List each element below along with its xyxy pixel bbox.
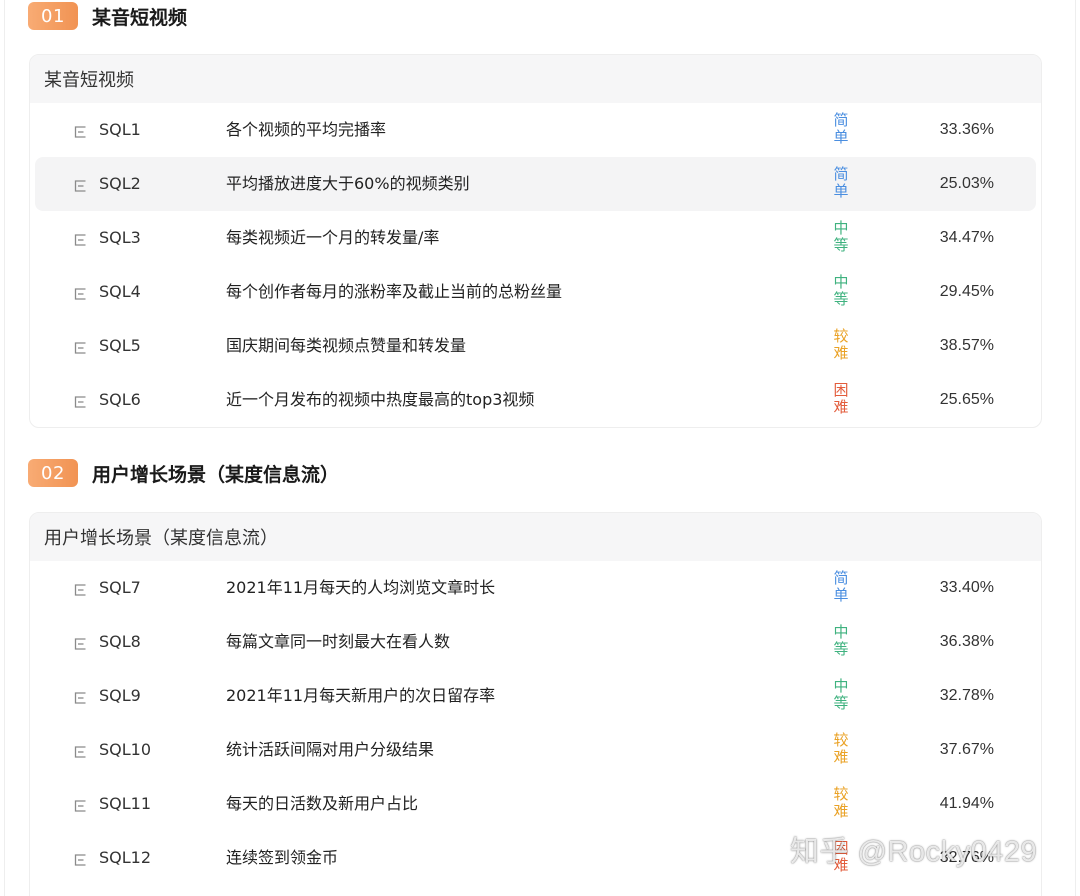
pass-rate: 33.36%: [939, 121, 994, 138]
pass-rate: 41.94%: [939, 795, 994, 812]
question-title-link[interactable]: 2021年11月每天的人均浏览文章时长: [226, 561, 495, 615]
document-icon: [74, 177, 87, 192]
pass-rate: 36.38%: [939, 633, 994, 650]
difficulty-label: 简单: [833, 111, 849, 146]
difficulty-label: 中等: [833, 623, 849, 658]
document-icon: [74, 285, 87, 300]
document-icon: [74, 123, 87, 138]
document-icon: [74, 231, 87, 246]
pass-rate: 25.03%: [939, 175, 994, 192]
question-title-link[interactable]: 每个创作者每月的涨粉率及截止当前的总粉丝量: [226, 265, 562, 319]
document-icon: [74, 635, 87, 650]
question-row[interactable]: SQL10 统计活跃间隔对用户分级结果 较难 37.67%: [35, 723, 1036, 777]
question-code: SQL12: [99, 848, 152, 867]
question-title-link[interactable]: 统计活跃间隔对用户分级结果: [226, 723, 434, 777]
page: 01 某音短视频 某音短视频 SQL1 各个视频的平均完播率 简单 33.36% SQL…: [0, 0, 1080, 896]
pass-rate: 29.45%: [939, 283, 994, 300]
section-header-1: 01 某音短视频: [28, 0, 187, 32]
difficulty-label: 简单: [833, 165, 849, 200]
document-icon: [74, 393, 87, 408]
question-code: SQL2: [99, 174, 141, 193]
difficulty-label: 较难: [833, 785, 849, 820]
pass-rate: 37.67%: [939, 741, 994, 758]
question-title-link[interactable]: 连续签到领金币: [226, 831, 338, 885]
question-title-link[interactable]: 国庆期间每类视频点赞量和转发量: [226, 319, 466, 373]
difficulty-label: 困难: [833, 381, 849, 416]
pass-rate: 25.65%: [939, 391, 994, 408]
question-row[interactable]: SQL5 国庆期间每类视频点赞量和转发量 较难 38.57%: [35, 319, 1036, 373]
difficulty-label: 较难: [833, 327, 849, 362]
question-title-link[interactable]: 2021年11月每天新用户的次日留存率: [226, 669, 495, 723]
question-code: SQL8: [99, 632, 141, 651]
question-code: SQL4: [99, 282, 141, 301]
question-code: SQL9: [99, 686, 141, 705]
document-icon: [74, 339, 87, 354]
section-title: 用户增长场景（某度信息流）: [92, 463, 340, 486]
document-icon: [74, 581, 87, 596]
question-code: SQL3: [99, 228, 141, 247]
question-code: SQL1: [99, 120, 141, 139]
section-title: 某音短视频: [92, 6, 188, 29]
question-row[interactable]: SQL8 每篇文章同一时刻最大在看人数 中等 36.38%: [35, 615, 1036, 669]
question-list: SQL1 各个视频的平均完播率 简单 33.36% SQL2 平均播放进度大于60%的视频…: [30, 103, 1041, 427]
question-row[interactable]: SQL6 近一个月发布的视频中热度最高的top3视频 困难 25.65%: [35, 373, 1036, 427]
card-header: 用户增长场景（某度信息流）: [30, 513, 1041, 561]
question-title-link[interactable]: 每天的日活数及新用户占比: [226, 777, 418, 831]
difficulty-label: 简单: [833, 569, 849, 604]
section-number-badge: 02: [28, 459, 78, 487]
document-icon: [74, 797, 87, 812]
document-icon: [74, 743, 87, 758]
pass-rate: 32.78%: [939, 687, 994, 704]
question-title-link[interactable]: 平均播放进度大于60%的视频类别: [226, 157, 470, 211]
section-card-1: 某音短视频 SQL1 各个视频的平均完播率 简单 33.36% SQL2 平均播放进度大于…: [29, 54, 1042, 428]
pass-rate: 33.40%: [939, 579, 994, 596]
question-row[interactable]: SQL4 每个创作者每月的涨粉率及截止当前的总粉丝量 中等 29.45%: [35, 265, 1036, 319]
question-row[interactable]: SQL3 每类视频近一个月的转发量/率 中等 34.47%: [35, 211, 1036, 265]
pass-rate: 34.47%: [939, 229, 994, 246]
question-row[interactable]: SQL7 2021年11月每天的人均浏览文章时长 简单 33.40%: [35, 561, 1036, 615]
question-row[interactable]: SQL2 平均播放进度大于60%的视频类别 简单 25.03%: [35, 157, 1036, 211]
question-title-link[interactable]: 各个视频的平均完播率: [226, 103, 386, 157]
document-icon: [74, 689, 87, 704]
question-code: SQL10: [99, 740, 152, 759]
difficulty-label: 中等: [833, 219, 849, 254]
pass-rate: 38.57%: [939, 337, 994, 354]
question-row[interactable]: SQL1 各个视频的平均完播率 简单 33.36%: [35, 103, 1036, 157]
question-code: SQL7: [99, 578, 141, 597]
question-code: SQL11: [99, 794, 152, 813]
question-code: SQL5: [99, 336, 141, 355]
difficulty-label: 较难: [833, 731, 849, 766]
question-row[interactable]: SQL11 每天的日活数及新用户占比 较难 41.94%: [35, 777, 1036, 831]
question-code: SQL6: [99, 390, 141, 409]
document-icon: [74, 851, 87, 866]
question-title-link[interactable]: 近一个月发布的视频中热度最高的top3视频: [226, 373, 534, 427]
section-header-2: 02 用户增长场景（某度信息流）: [28, 457, 339, 489]
card-header: 某音短视频: [30, 55, 1041, 103]
difficulty-label: 中等: [833, 273, 849, 308]
watermark: 知乎 @Rocky0429: [790, 836, 1038, 868]
question-title-link[interactable]: 每类视频近一个月的转发量/率: [226, 211, 439, 265]
question-title-link[interactable]: 每篇文章同一时刻最大在看人数: [226, 615, 450, 669]
section-number-badge: 01: [28, 2, 78, 30]
question-row[interactable]: SQL9 2021年11月每天新用户的次日留存率 中等 32.78%: [35, 669, 1036, 723]
difficulty-label: 中等: [833, 677, 849, 712]
